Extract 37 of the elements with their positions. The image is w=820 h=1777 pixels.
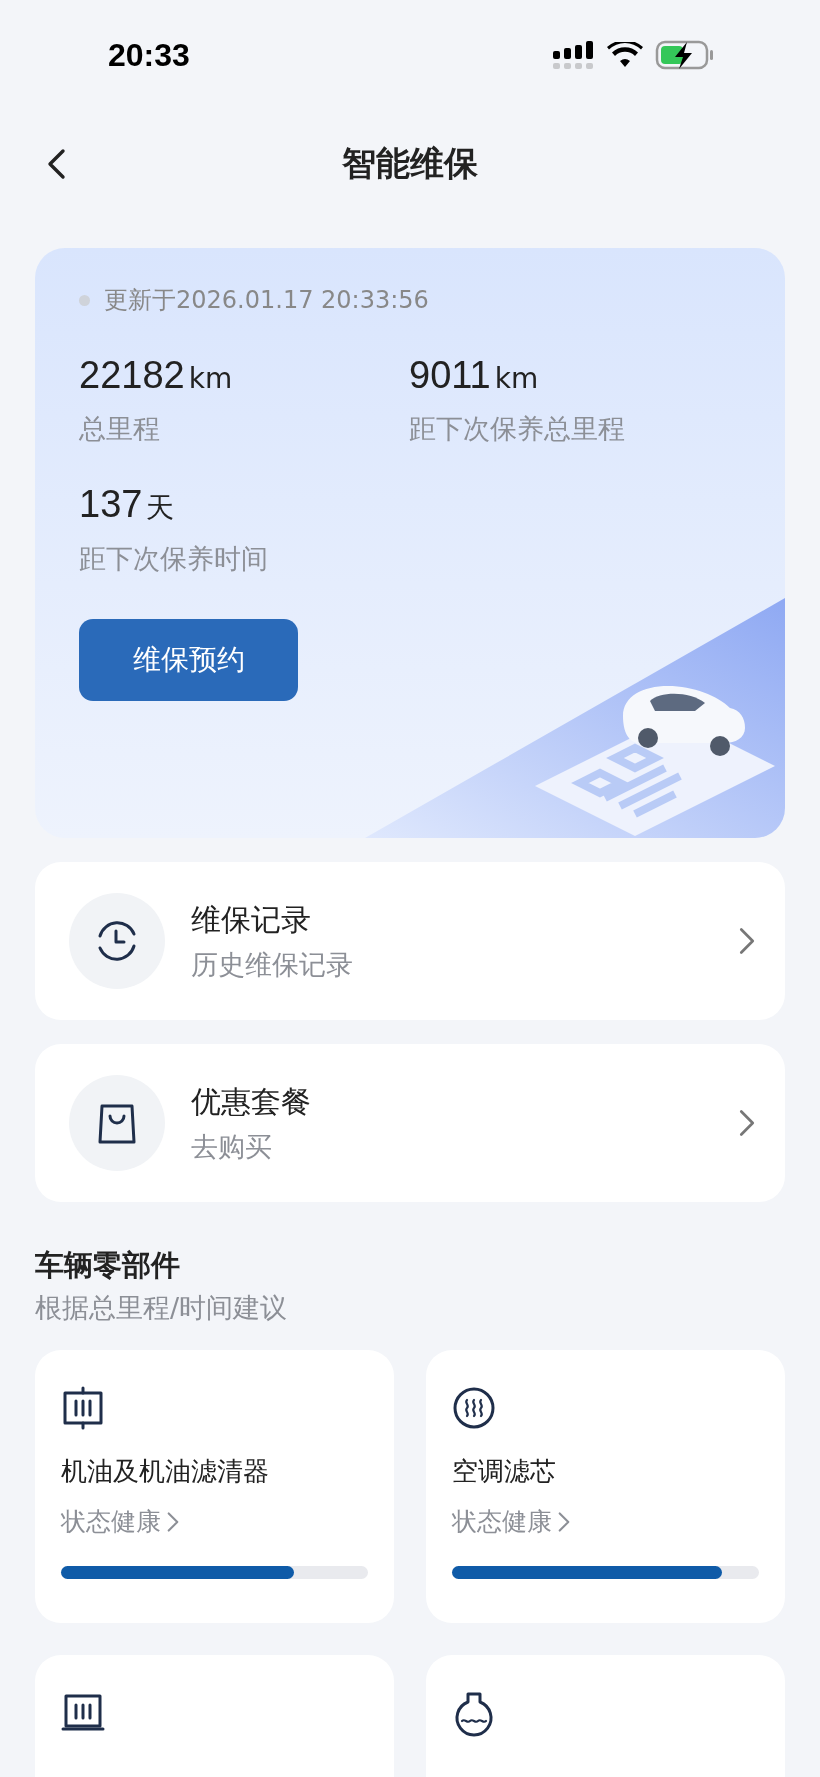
part-card[interactable]: 空调滤芯 状态健康 xyxy=(426,1350,785,1623)
stat-value: 9011 xyxy=(409,354,491,397)
stat-value: 137 xyxy=(79,483,143,526)
signal-icon xyxy=(553,41,595,69)
menu-subtitle: 去购买 xyxy=(191,1129,273,1164)
menu-title: 优惠套餐 xyxy=(191,1082,312,1121)
stat-label: 距下次保养总里程 xyxy=(409,412,626,446)
stat-label: 距下次保养时间 xyxy=(79,542,269,576)
chevron-right-icon xyxy=(739,1109,755,1137)
filter-icon xyxy=(61,1386,105,1430)
status-dot xyxy=(79,294,90,306)
stat-unit: 天 xyxy=(146,490,175,526)
heat-waves-icon xyxy=(452,1386,496,1430)
menu-title: 维保记录 xyxy=(191,900,312,939)
stat-unit: km xyxy=(494,362,539,395)
menu-subtitle: 历史维保记录 xyxy=(191,947,354,982)
update-time: 更新于2026.01.17 20:33:56 xyxy=(104,285,429,316)
part-card[interactable]: 机油及机油滤清器 状态健康 xyxy=(35,1350,394,1623)
wifi-icon xyxy=(607,42,643,68)
menu-card[interactable]: 维保记录 历史维保记录 xyxy=(35,862,785,1020)
section-subtitle: 根据总里程/时间建议 xyxy=(35,1291,289,1325)
chevron-right-icon xyxy=(739,927,755,955)
part-name: 空调滤芯 xyxy=(452,1455,556,1488)
battery-charging-icon xyxy=(655,40,715,70)
stat-value: 22182 xyxy=(79,354,185,397)
stat-unit: km xyxy=(188,362,233,395)
chevron-right-icon xyxy=(167,1510,179,1533)
stat-label: 总里程 xyxy=(79,412,161,446)
book-service-button[interactable]: 维保预约 xyxy=(79,619,298,701)
status-time: 20:33 xyxy=(108,36,190,74)
menu-card[interactable]: 优惠套餐 去购买 xyxy=(35,1044,785,1202)
part-name: 机油及机油滤清器 xyxy=(61,1455,269,1488)
page-title: 智能维保 xyxy=(342,142,478,185)
flask-icon xyxy=(452,1691,496,1737)
back-icon[interactable] xyxy=(45,148,67,180)
chevron-right-icon xyxy=(558,1510,570,1533)
section-title: 车辆零部件 xyxy=(35,1247,181,1284)
